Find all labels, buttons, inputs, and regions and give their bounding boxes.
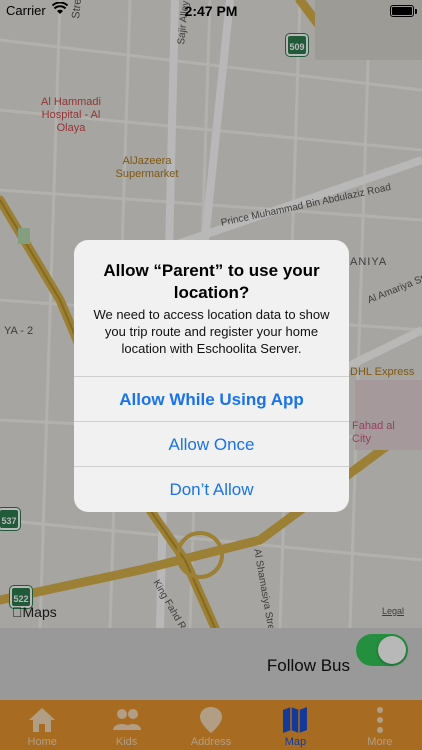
allow-while-using-app-button[interactable]: Allow While Using App (74, 376, 349, 421)
alert-message: We need to access location data to show … (93, 307, 330, 356)
location-permission-alert: Allow “Parent” to use your location? We … (74, 240, 349, 512)
dont-allow-button[interactable]: Don’t Allow (74, 466, 349, 511)
allow-once-button[interactable]: Allow Once (74, 421, 349, 466)
alert-title: Allow “Parent” to use your location? (103, 261, 320, 302)
